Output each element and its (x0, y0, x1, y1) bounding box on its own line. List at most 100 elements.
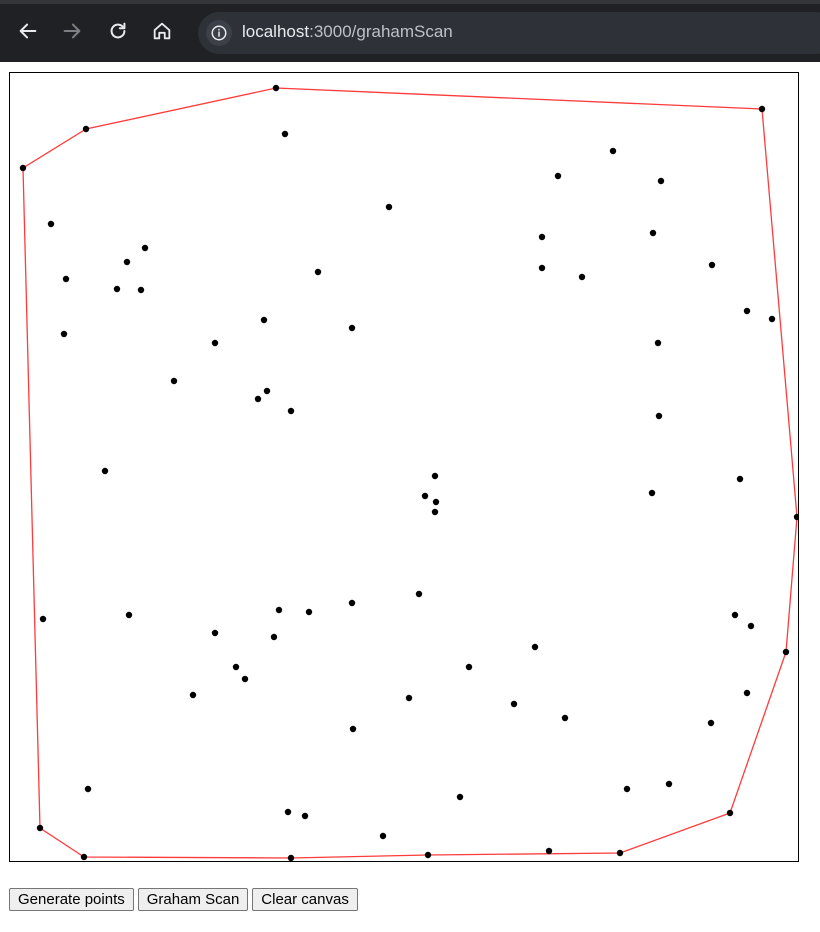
point (254, 395, 262, 403)
point (654, 339, 662, 347)
point (349, 725, 357, 733)
convex-hull (22, 87, 798, 859)
point (578, 273, 586, 281)
point (743, 689, 751, 697)
point (736, 475, 744, 483)
point (211, 339, 219, 347)
scatter-plot (19, 84, 798, 861)
point (211, 629, 219, 637)
point (170, 377, 178, 385)
point (432, 498, 440, 506)
point (431, 472, 439, 480)
drawing-canvas[interactable] (9, 72, 799, 862)
point (545, 847, 553, 855)
point (260, 316, 268, 324)
point (284, 808, 292, 816)
point (348, 599, 356, 607)
home-button[interactable] (148, 17, 176, 45)
point (648, 489, 656, 497)
home-icon (153, 22, 171, 40)
point (272, 84, 280, 92)
point (609, 147, 617, 155)
point (561, 714, 569, 722)
point (649, 229, 657, 237)
point (287, 854, 295, 861)
point (275, 606, 283, 614)
point (287, 407, 295, 415)
clear-canvas-button[interactable]: Clear canvas (252, 888, 358, 911)
tab-strip-edge (0, 0, 820, 4)
point (385, 203, 393, 211)
point (36, 824, 44, 832)
point (379, 832, 387, 840)
point (456, 793, 464, 801)
point (424, 851, 432, 859)
point (731, 611, 739, 619)
point (281, 130, 289, 138)
point (623, 785, 631, 793)
site-info-button[interactable] (206, 20, 232, 46)
point (758, 105, 766, 113)
point (415, 590, 423, 598)
point (82, 125, 90, 133)
generate-points-button[interactable]: Generate points (9, 888, 134, 911)
graham-scan-button[interactable]: Graham Scan (137, 888, 249, 911)
point (62, 275, 70, 283)
point (743, 307, 751, 315)
point (123, 258, 131, 266)
point (782, 648, 790, 656)
point (314, 268, 322, 276)
point (708, 261, 716, 269)
point (554, 172, 562, 180)
site-info-icon (211, 25, 227, 41)
point (19, 164, 27, 172)
point (241, 675, 249, 683)
point (707, 719, 715, 727)
point (301, 812, 309, 820)
point (270, 633, 278, 641)
url-text[interactable]: localhost:3000/grahamScan (242, 22, 453, 42)
point (421, 492, 429, 500)
point (768, 315, 776, 323)
point (616, 849, 624, 857)
point (538, 264, 546, 272)
point (60, 330, 68, 338)
point (232, 663, 240, 671)
point (665, 780, 673, 788)
point (531, 643, 539, 651)
point (263, 387, 271, 395)
control-buttons: Generate points Graham Scan Clear canvas (9, 888, 358, 912)
point (538, 233, 546, 241)
point (348, 324, 356, 332)
point (47, 220, 55, 228)
browser-toolbar: localhost:3000/grahamScan (0, 0, 820, 62)
url-path: :3000/grahamScan (309, 22, 453, 41)
point (793, 513, 798, 521)
forward-button[interactable] (58, 17, 86, 45)
point (431, 508, 439, 516)
point (80, 853, 88, 861)
reload-button[interactable] (104, 17, 132, 45)
url-host: localhost (242, 22, 310, 41)
point (84, 785, 92, 793)
back-icon (19, 23, 37, 39)
point (141, 244, 149, 252)
point (125, 611, 133, 619)
point (39, 615, 47, 623)
point (657, 177, 665, 185)
point (137, 286, 145, 294)
points-layer (19, 84, 798, 861)
address-bar[interactable]: localhost:3000/grahamScan (198, 12, 820, 54)
point (510, 700, 518, 708)
point (747, 622, 755, 630)
point (465, 663, 473, 671)
point (113, 285, 121, 293)
point (101, 467, 109, 475)
point (726, 809, 734, 817)
forward-icon (63, 23, 81, 39)
point (405, 694, 413, 702)
point (189, 691, 197, 699)
reload-icon (110, 22, 126, 39)
point (305, 608, 313, 616)
back-button[interactable] (14, 17, 42, 45)
